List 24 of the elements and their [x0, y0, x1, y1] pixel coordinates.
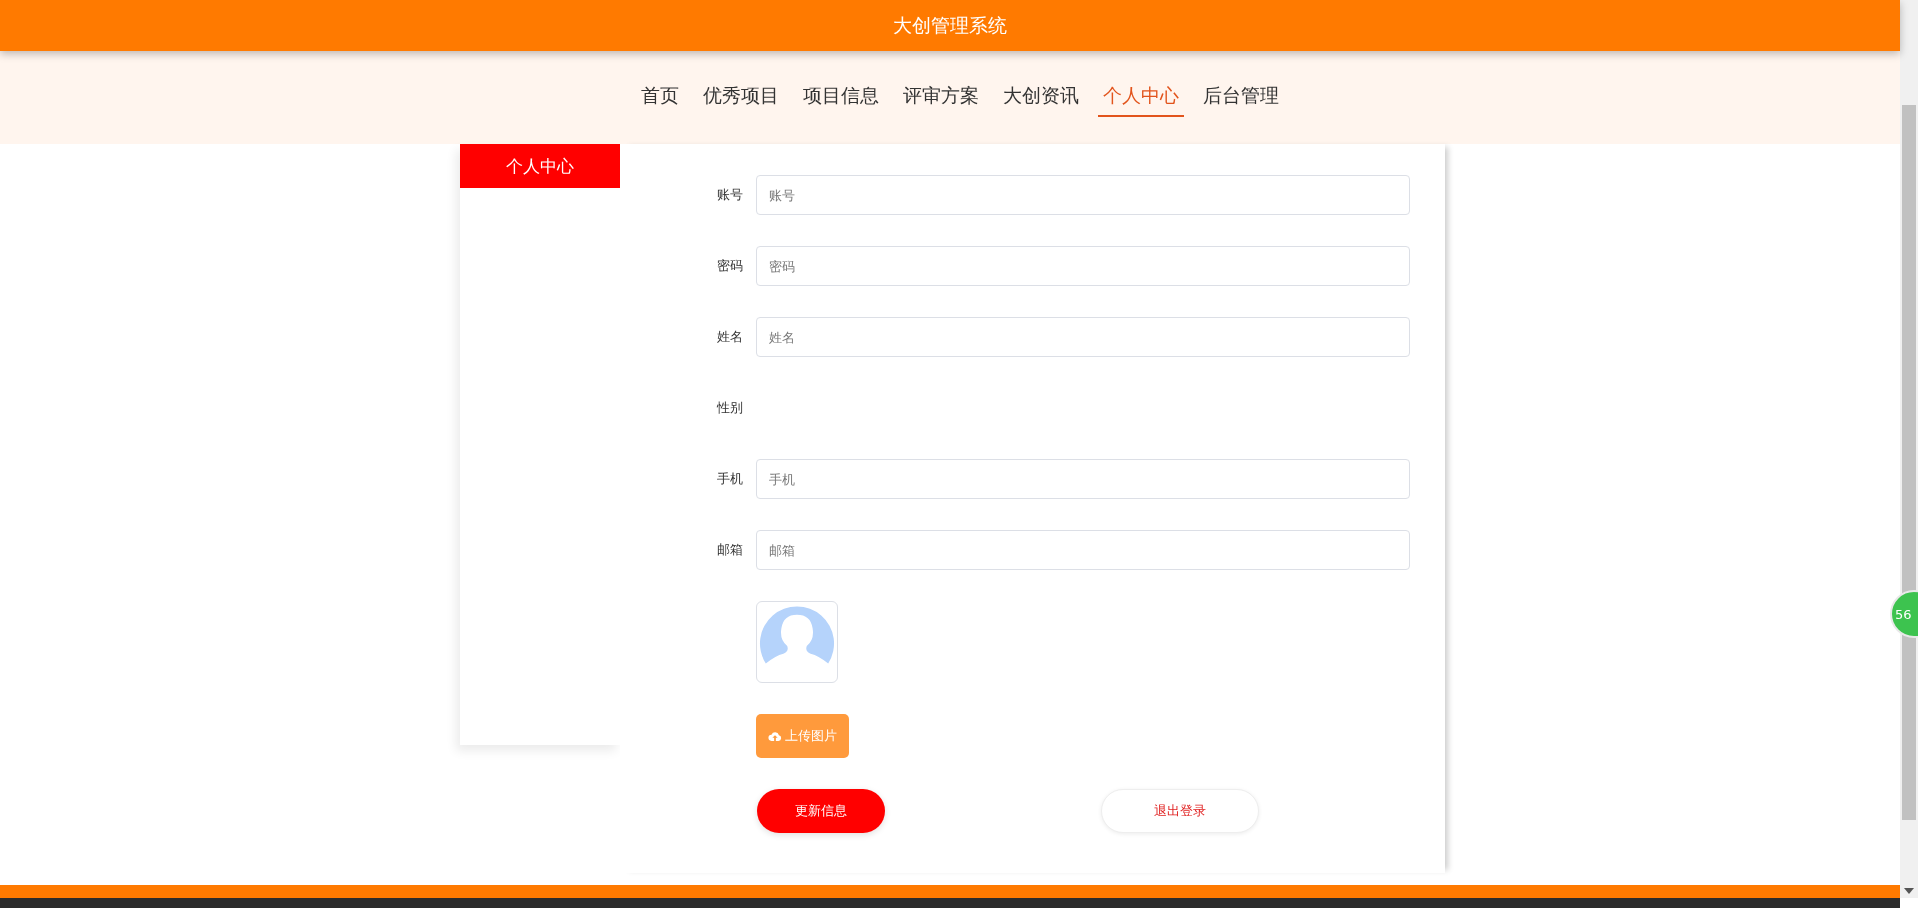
field-label: 姓名: [717, 329, 743, 344]
sidebar-title: 个人中心: [460, 144, 620, 188]
update-button[interactable]: 更新信息: [757, 789, 885, 833]
scroll-down-icon[interactable]: [1904, 888, 1914, 894]
field-label: 邮箱: [717, 542, 743, 557]
logout-button[interactable]: 退出登录: [1101, 789, 1259, 833]
field-label: 手机: [717, 471, 743, 486]
input-field[interactable]: 手机: [756, 459, 1410, 499]
input-field[interactable]: 密码: [756, 246, 1410, 286]
input-field[interactable]: 姓名: [756, 317, 1410, 357]
input-field[interactable]: 账号: [756, 175, 1410, 215]
nav-link[interactable]: 后台管理: [1198, 78, 1284, 117]
site-title: 大创管理系统: [893, 12, 1007, 38]
nav-link[interactable]: 大创资讯: [998, 78, 1084, 117]
nav-link[interactable]: 优秀项目: [698, 78, 784, 117]
cloud-upload-icon: [768, 730, 782, 742]
input-field[interactable]: 邮箱: [756, 530, 1410, 570]
nav-link[interactable]: 评审方案: [898, 78, 984, 117]
field-label: 账号: [717, 187, 743, 202]
nav-link[interactable]: 个人中心: [1098, 78, 1184, 117]
field-label: 性别: [717, 400, 743, 415]
field-label: 密码: [717, 258, 743, 273]
nav-link[interactable]: 首页: [636, 78, 684, 117]
nav-link[interactable]: 项目信息: [798, 78, 884, 117]
